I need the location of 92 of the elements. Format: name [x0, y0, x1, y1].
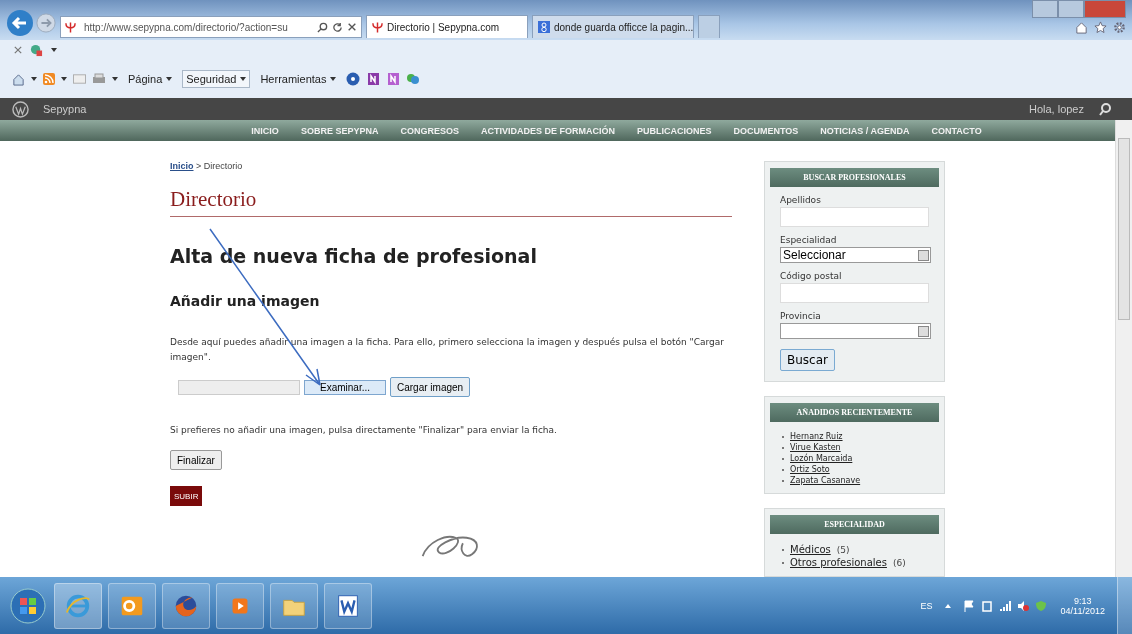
trident-icon	[65, 21, 76, 33]
start-button[interactable]	[8, 585, 48, 626]
taskbar-app-button[interactable]	[324, 582, 372, 629]
home-icon[interactable]	[1075, 21, 1088, 34]
instructions-text: Desde aquí puedes añadir una imagen a la ficha. Para ello, primero selecciona la imagen y después pulsa el botón "Cargar imagen".	[170, 336, 725, 364]
clock-date[interactable]: 04/11/2012	[1060, 605, 1105, 616]
profile-link[interactable]: Lozón Marcaida	[790, 454, 853, 463]
help-icon[interactable]	[346, 72, 361, 86]
search-button[interactable]: Buscar	[780, 349, 835, 371]
section-heading: Añadir una imagen	[170, 293, 320, 309]
shield-icon[interactable]	[1034, 599, 1047, 612]
settings-icon[interactable]	[1113, 21, 1126, 34]
notebook-icon[interactable]	[366, 72, 381, 86]
browser-tab[interactable]: donde guarda officce la pagin...	[532, 15, 694, 38]
page-title: Directorio	[170, 187, 732, 217]
rss-feed-icon[interactable]	[43, 73, 55, 85]
refresh-icon[interactable]	[332, 21, 343, 33]
profile-link[interactable]: Virue Kasten	[790, 443, 841, 452]
search-engine-icon	[538, 21, 550, 33]
url-text: http://www.sepypna.com/directorio/?action=su	[84, 21, 289, 33]
close-icon[interactable]	[347, 22, 357, 32]
speaker-muted-icon[interactable]	[1016, 599, 1029, 612]
field-label: Provincia	[780, 311, 822, 321]
nav-link[interactable]: CONTACTO	[931, 125, 982, 136]
profile-link[interactable]: Zapata Casanave	[790, 476, 861, 485]
field-label: Especialidad	[780, 235, 838, 245]
clock-time[interactable]: 9:13	[1074, 595, 1092, 606]
breadcrumb-link[interactable]: Inicio	[170, 161, 194, 171]
command-menu-button[interactable]: Herramientas	[256, 70, 341, 88]
note-text: Si prefieres no añadir una imagen, pulsa directamente "Finalizar" para enviar la ficha.	[170, 424, 557, 437]
printer-icon[interactable]	[92, 73, 106, 85]
command-menu-button[interactable]: Seguridad	[182, 70, 251, 88]
nav-link[interactable]: ACTIVIDADES DE FORMACIÓN	[480, 125, 615, 136]
messenger-icon[interactable]	[406, 72, 421, 86]
address-field[interactable]: http://www.sepypna.com/directorio/?action=su	[60, 16, 362, 38]
text-field[interactable]	[780, 207, 929, 227]
widget-title: BUSCAR PROFESIONALES	[770, 168, 939, 187]
back-to-top-button[interactable]: SUBIR	[170, 486, 203, 506]
web-slice-icon[interactable]	[30, 43, 43, 57]
taskbar-app-button[interactable]	[162, 582, 210, 629]
upload-image-button[interactable]: Cargar imagen	[390, 377, 471, 397]
taskbar-app-button[interactable]	[270, 582, 318, 629]
nav-link[interactable]: SOBRE SEPYPNA	[300, 125, 379, 136]
specialty-count: (6)	[892, 557, 906, 568]
star-icon[interactable]	[1094, 21, 1107, 34]
notebook-icon[interactable]	[386, 72, 401, 86]
dropdown-caret-icon[interactable]	[31, 77, 37, 81]
browser-tab[interactable]: Directorio | Sepypna.com	[366, 15, 528, 38]
profile-link[interactable]: Ortiz Soto	[790, 465, 830, 474]
dropdown-caret-icon[interactable]	[112, 77, 118, 81]
language-indicator[interactable]: ES	[920, 600, 933, 611]
text-field[interactable]	[780, 283, 929, 303]
nav-link[interactable]: PUBLICACIONES	[636, 125, 712, 136]
show-desktop-button[interactable]	[1117, 577, 1132, 634]
browse-button[interactable]: Examinar...	[304, 379, 386, 395]
widget-title: ESPECIALIDAD	[770, 515, 939, 534]
dropdown-field[interactable]: Seleccionar	[780, 247, 931, 263]
field-label: Código postal	[780, 271, 843, 281]
command-menu-button[interactable]: Página	[124, 70, 177, 88]
specialty-link[interactable]: Médicos	[790, 544, 831, 555]
site-name-link[interactable]: Sepypna	[43, 103, 87, 115]
account-greeting-link[interactable]: Hola, lopez	[1028, 103, 1084, 115]
nav-link[interactable]: INICIO	[251, 125, 279, 136]
nav-link[interactable]: DOCUMENTOS	[733, 125, 799, 136]
minimize-button[interactable]	[1032, 0, 1058, 18]
wordpress-logo-icon[interactable]	[12, 100, 29, 118]
specialty-count: (5)	[836, 544, 850, 555]
taskbar-app-button[interactable]	[108, 582, 156, 629]
show-hidden-icons-caret-icon[interactable]	[944, 603, 951, 608]
close-icon[interactable]	[14, 46, 22, 54]
dropdown-caret-icon[interactable]	[51, 48, 57, 52]
nav-link[interactable]: CONGRESOS	[400, 125, 459, 136]
maximize-button[interactable]	[1058, 0, 1084, 18]
dropdown-caret-icon[interactable]	[61, 77, 67, 81]
dropdown-field[interactable]	[780, 323, 931, 339]
field-label: Apellidos	[780, 195, 822, 205]
nav-link[interactable]: NOTICIAS / AGENDA	[820, 125, 910, 136]
home-icon[interactable]	[12, 72, 25, 86]
finish-button[interactable]: Finalizar	[170, 450, 222, 470]
signal-bars-icon[interactable]	[998, 599, 1011, 612]
profile-link[interactable]: Hernanz Ruiz	[790, 432, 843, 441]
file-path-field[interactable]	[178, 379, 300, 395]
search-icon[interactable]	[1098, 102, 1112, 116]
mail-icon[interactable]	[73, 74, 86, 84]
flag-icon[interactable]	[962, 599, 975, 612]
breadcrumb-current: Directorio	[203, 161, 243, 171]
widget-title: AÑADIDOS RECIENTEMENTE	[770, 403, 939, 422]
trident-icon	[372, 21, 383, 33]
breadcrumb-separator: >	[196, 161, 202, 171]
specialty-link[interactable]: Otros profesionales	[790, 557, 887, 568]
vertical-scrollbar[interactable]	[1115, 120, 1132, 577]
search-icon[interactable]	[317, 21, 328, 33]
